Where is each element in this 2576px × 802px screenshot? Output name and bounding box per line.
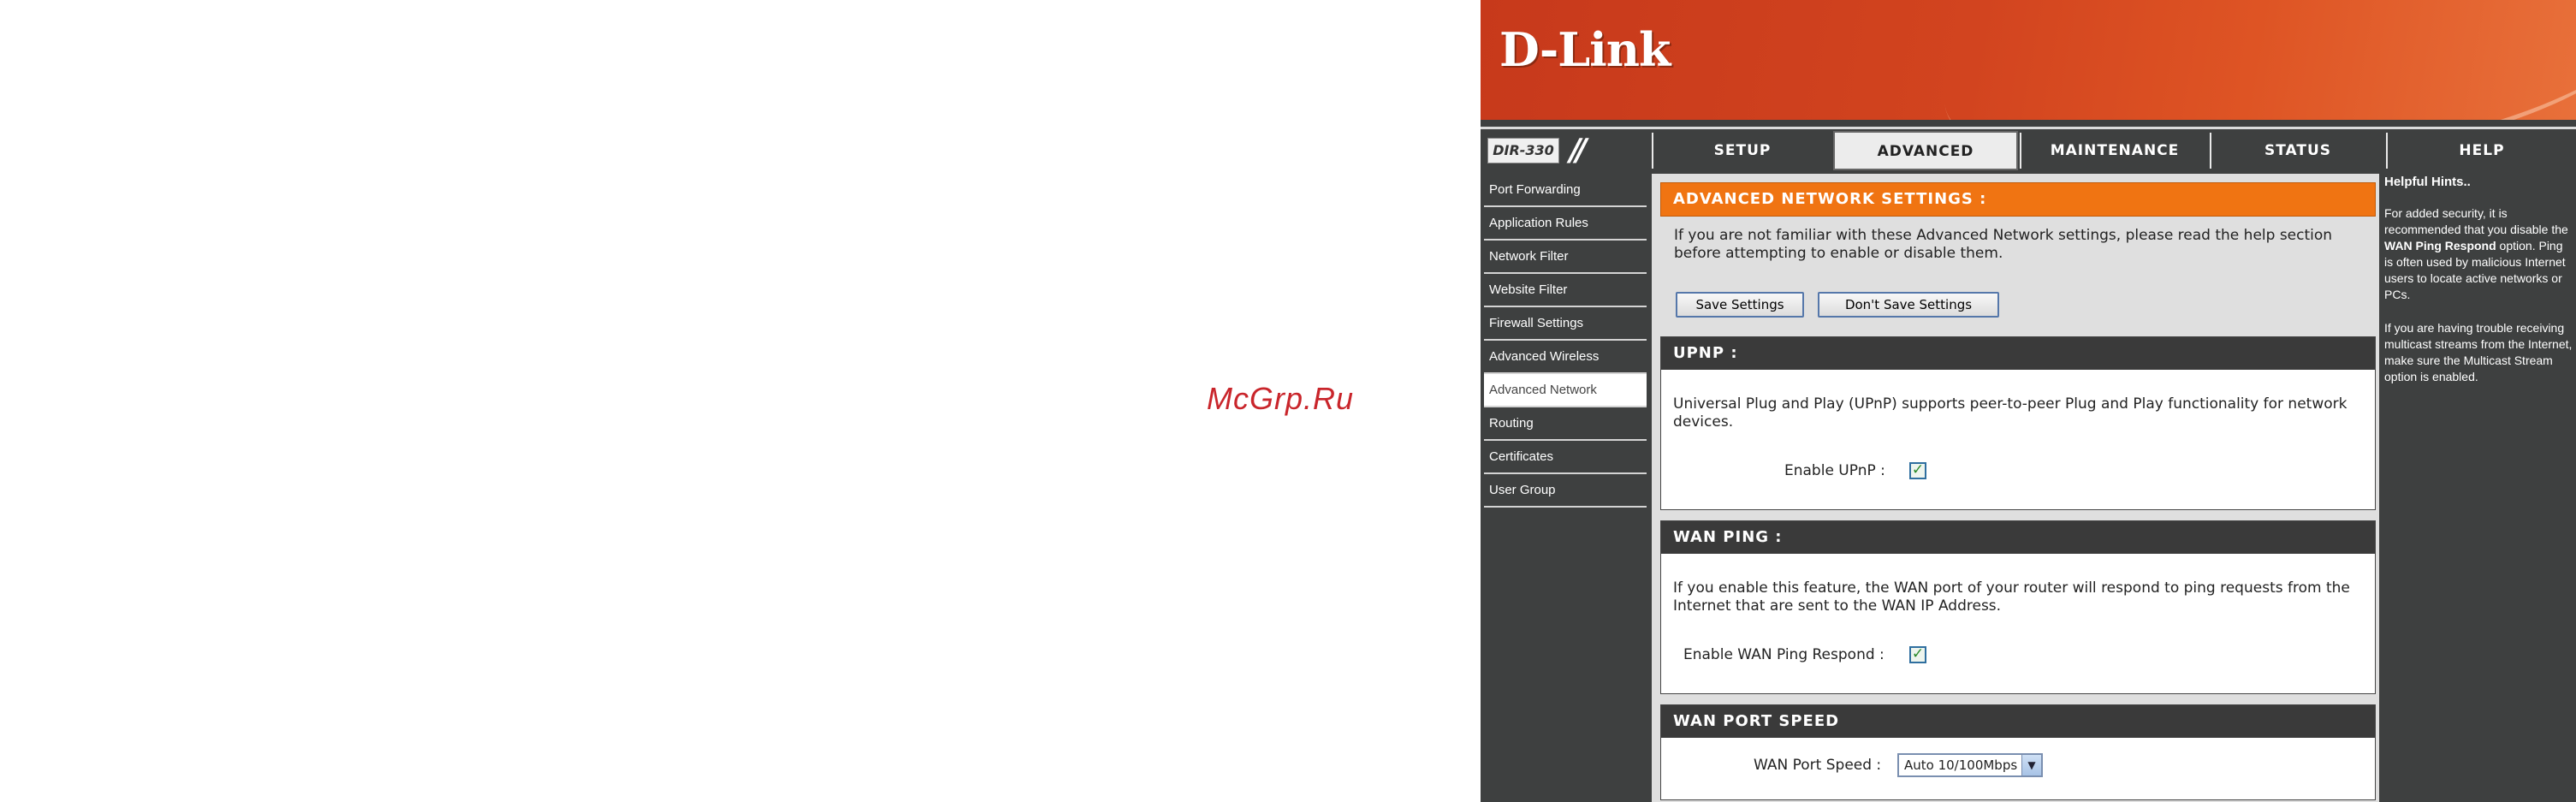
sidebar-item-certificates[interactable]: Certificates — [1484, 441, 1647, 474]
upnp-panel: UPNP : Universal Plug and Play (UPnP) su… — [1660, 336, 2376, 510]
router-admin-window: D-Link DIR-330 // SETUP ADVANCED MAINTEN… — [1481, 0, 2576, 802]
wan-port-speed-label: WAN Port Speed : — [1754, 757, 1882, 774]
save-settings-button[interactable]: Save Settings — [1676, 292, 1804, 318]
banner: D-Link — [1481, 0, 2576, 120]
enable-upnp-checkbox[interactable]: ✓ — [1909, 462, 1926, 479]
sidebar: Port Forwarding Application Rules Networ… — [1484, 174, 1647, 508]
enable-upnp-label: Enable UPnP : — [1784, 462, 1885, 479]
advanced-settings-title: ADVANCED NETWORK SETTINGS : — [1660, 182, 2376, 217]
watermark: McGrp.Ru — [1207, 381, 1355, 416]
dont-save-settings-button[interactable]: Don't Save Settings — [1818, 292, 1999, 318]
sidebar-item-network-filter[interactable]: Network Filter — [1484, 241, 1647, 274]
advanced-settings-description: If you are not familiar with these Advan… — [1674, 227, 2333, 262]
tab-maintenance[interactable]: MAINTENANCE — [2020, 133, 2208, 169]
tab-help[interactable]: HELP — [2386, 133, 2576, 169]
helpful-hints: Helpful Hints.. For added security, it i… — [2384, 174, 2573, 402]
sidebar-item-advanced-network[interactable]: Advanced Network — [1484, 374, 1647, 407]
wan-port-speed-select[interactable]: Auto 10/100Mbps ▼ — [1897, 753, 2043, 777]
sidebar-item-advanced-wireless[interactable]: Advanced Wireless — [1484, 341, 1647, 374]
slash-decoration: // — [1570, 133, 1587, 168]
sidebar-item-application-rules[interactable]: Application Rules — [1484, 207, 1647, 241]
model-badge: DIR-330 // — [1487, 133, 1641, 168]
hint-bold-text: WAN Ping Respond — [2384, 239, 2496, 252]
sidebar-item-website-filter[interactable]: Website Filter — [1484, 274, 1647, 307]
advanced-settings-panel: ADVANCED NETWORK SETTINGS : If you are n… — [1660, 182, 2376, 328]
model-label: DIR-330 — [1487, 138, 1559, 163]
helpful-hints-title: Helpful Hints.. — [2384, 175, 2471, 189]
wan-port-speed-value: Auto 10/100Mbps — [1904, 757, 2018, 773]
wan-port-speed-panel: WAN PORT SPEED WAN Port Speed : Auto 10/… — [1660, 704, 2376, 800]
upnp-description: Universal Plug and Play (UPnP) supports … — [1673, 395, 2347, 431]
hint-wan-ping: For added security, it is recommended th… — [2384, 205, 2573, 303]
hint-multicast: If you are having trouble receiving mult… — [2384, 321, 2573, 383]
wan-ping-panel: WAN PING : If you enable this feature, t… — [1660, 520, 2376, 694]
hint-text: For added security, it is recommended th… — [2384, 206, 2568, 236]
upnp-title: UPNP : — [1661, 337, 2375, 370]
sidebar-item-port-forwarding[interactable]: Port Forwarding — [1484, 174, 1647, 207]
top-nav: DIR-330 // SETUP ADVANCED MAINTENANCE ST… — [1481, 127, 2576, 172]
chevron-down-icon[interactable]: ▼ — [2021, 755, 2041, 775]
sidebar-item-routing[interactable]: Routing — [1484, 407, 1647, 441]
sidebar-item-firewall-settings[interactable]: Firewall Settings — [1484, 307, 1647, 341]
dlink-logo: D-Link — [1499, 22, 1671, 77]
main-content: ADVANCED NETWORK SETTINGS : If you are n… — [1652, 174, 2379, 802]
sidebar-item-user-group[interactable]: User Group — [1484, 474, 1647, 508]
tab-advanced[interactable]: ADVANCED — [1833, 131, 2018, 170]
enable-wan-ping-label: Enable WAN Ping Respond : — [1683, 646, 1885, 663]
wan-ping-title: WAN PING : — [1661, 521, 2375, 554]
wan-ping-description: If you enable this feature, the WAN port… — [1673, 579, 2350, 615]
tab-status[interactable]: STATUS — [2210, 133, 2384, 169]
enable-wan-ping-checkbox[interactable]: ✓ — [1909, 646, 1926, 663]
tab-setup[interactable]: SETUP — [1652, 133, 1831, 169]
wan-port-speed-title: WAN PORT SPEED — [1661, 705, 2375, 738]
